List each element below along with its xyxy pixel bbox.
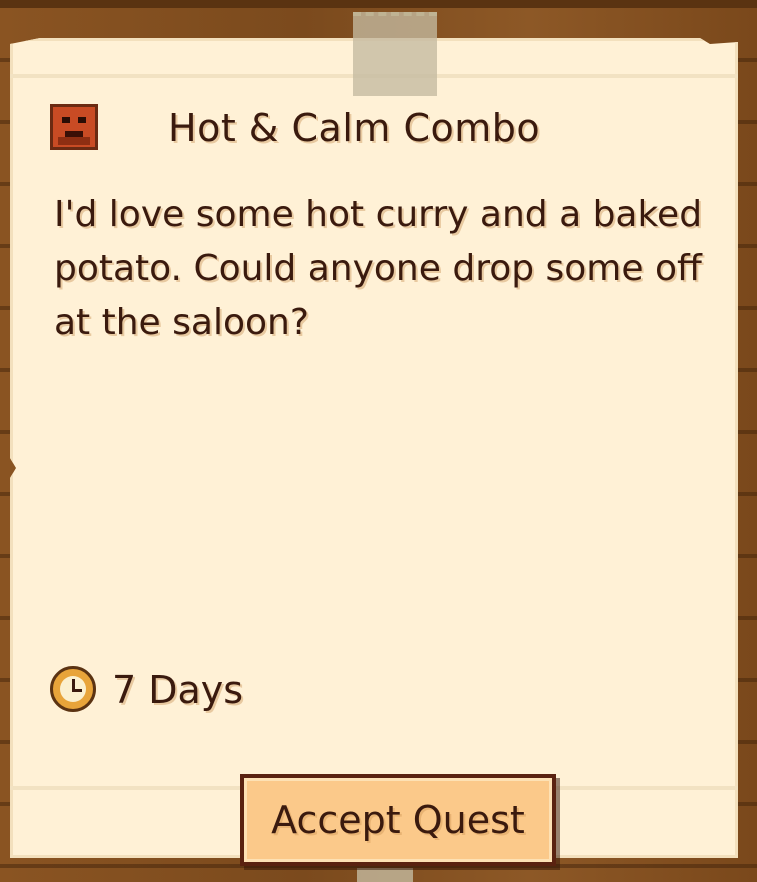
quest-board: Hot & Calm Combo I'd love some hot curry… <box>0 0 757 882</box>
clock-icon <box>50 666 96 712</box>
board-top-edge <box>0 0 757 8</box>
tape-icon <box>353 12 437 96</box>
days-remaining: 7 Days <box>112 668 244 712</box>
villager-portrait-icon <box>50 104 98 150</box>
tape-bottom-icon <box>357 868 413 882</box>
accept-quest-button[interactable]: Accept Quest <box>240 774 556 866</box>
quest-note-paper <box>10 38 738 858</box>
quest-description: I'd love some hot curry and a baked pota… <box>54 194 703 343</box>
quest-title: Hot & Calm Combo <box>168 106 541 150</box>
